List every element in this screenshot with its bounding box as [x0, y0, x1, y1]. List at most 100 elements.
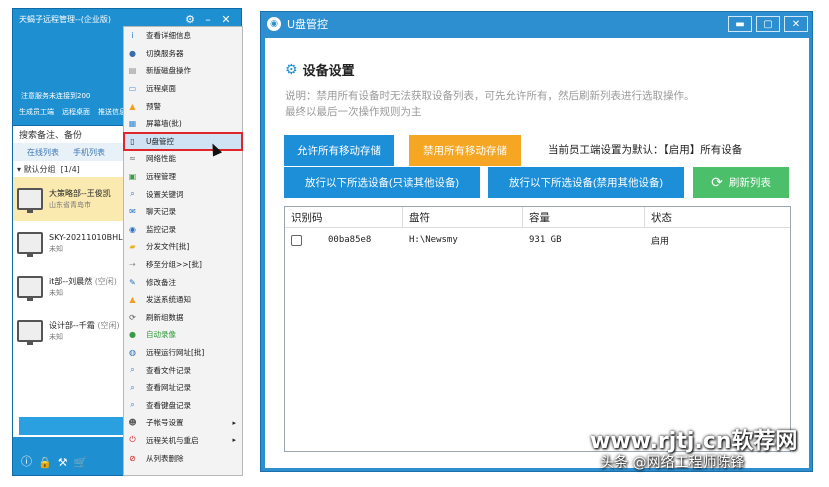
- client-input-bar[interactable]: [19, 417, 129, 435]
- screen-wall-icon: ▦: [128, 119, 137, 129]
- disable-all-storage-button[interactable]: 禁用所有移动存储: [409, 135, 521, 166]
- minimize-icon[interactable]: –: [199, 13, 217, 26]
- globe-icon: ◍: [129, 347, 136, 357]
- menu-item[interactable]: ◉ 监控记录: [124, 221, 242, 239]
- allow-selected-disable-button[interactable]: 放行以下所选设备(禁用其他设备): [488, 167, 684, 198]
- description-line: 最终以最后一次操作规则为主: [285, 106, 422, 118]
- column-header-capacity[interactable]: 容量: [523, 207, 645, 227]
- client-name: it部--刘晨然: [49, 277, 93, 286]
- menu-item[interactable]: ⊘ 从列表删除: [124, 449, 242, 467]
- client-status: 注意服务未连接到200: [21, 92, 91, 100]
- tool-remote-desktop[interactable]: 远程桌面: [62, 107, 90, 117]
- client-title: 天蝎子远程管理--(企业版): [19, 14, 112, 24]
- menu-item-label: 查看键盘记录: [146, 400, 191, 410]
- menu-item-label: 屏幕墙(批): [146, 119, 182, 129]
- warning-icon: ▲: [129, 101, 136, 111]
- column-header-id[interactable]: 识别码: [285, 207, 403, 227]
- refresh-list-button[interactable]: ⟳ 刷新列表: [693, 167, 789, 198]
- tab-online-list[interactable]: 在线列表: [27, 147, 59, 158]
- computer-icon: [17, 188, 43, 213]
- usb-icon: ▯: [130, 136, 135, 146]
- menu-item-label: 网络性能: [146, 154, 176, 164]
- menu-item[interactable]: ◍ 远程运行网址[批]: [124, 344, 242, 362]
- section-title-text: 设备设置: [302, 64, 355, 79]
- gear-icon[interactable]: ⚙: [181, 13, 199, 26]
- client-toolbar: 生成员工端 远程桌面 推送信息: [19, 107, 126, 117]
- dialog-title: U盘管控: [287, 18, 329, 31]
- client-name: SKY-20211010BHL: [49, 233, 123, 242]
- menu-item-label: 远程桌面: [146, 84, 176, 94]
- menu-item-label: 查看详细信息: [146, 31, 191, 41]
- close-button[interactable]: ✕: [784, 16, 808, 32]
- menu-item[interactable]: ▯ U盘管控: [123, 131, 243, 152]
- menu-item[interactable]: ▰ 分发文件[批]: [124, 238, 242, 256]
- menu-item[interactable]: ⟳ 刷新组数据: [124, 309, 242, 327]
- menu-item-label: 预警: [146, 101, 161, 111]
- dialog-body: ⚙ 设备设置 说明：禁用所有设备时无法获取设备列表，可先允许所有，然后刷新列表进…: [265, 38, 809, 468]
- info-circle-icon[interactable]: ⓘ: [21, 453, 32, 469]
- menu-item[interactable]: ⌕ 查看文件记录: [124, 361, 242, 379]
- computer-icon: [17, 320, 43, 345]
- menu-item-label: 远程管理: [146, 172, 176, 182]
- refresh-list-label: 刷新列表: [728, 177, 771, 189]
- menu-item[interactable]: ✎ 修改备注: [124, 273, 242, 291]
- menu-item[interactable]: ▦ 屏幕墙(批): [124, 115, 242, 133]
- client-location: 山东省青岛市: [49, 201, 91, 209]
- client-location: 未知: [49, 289, 63, 297]
- menu-item[interactable]: ⌕ 查看网址记录: [124, 379, 242, 397]
- menu-item[interactable]: ▤ 新版磁盘操作: [124, 62, 242, 80]
- row-checkbox[interactable]: [291, 234, 302, 246]
- menu-item[interactable]: ✉ 聊天记录: [124, 203, 242, 221]
- disk-icon: ▤: [128, 66, 137, 76]
- lock-icon[interactable]: 🔒: [38, 456, 52, 469]
- tool-generate-client[interactable]: 生成员工端: [19, 107, 54, 117]
- close-icon[interactable]: ✕: [217, 13, 235, 26]
- info-icon: i: [131, 31, 134, 41]
- tool-push-message[interactable]: 推送信息: [98, 107, 126, 117]
- menu-item[interactable]: ▭ 远程桌面: [124, 80, 242, 98]
- menu-item-label: 监控记录: [146, 224, 176, 234]
- minimize-button[interactable]: ▬: [728, 16, 752, 32]
- menu-item[interactable]: ⇢ 移至分组>>[批]: [124, 256, 242, 274]
- allow-all-storage-button[interactable]: 允许所有移动存储: [284, 135, 394, 166]
- current-setting-text: 当前员工端设置为默认：【启用】所有设备: [548, 144, 743, 156]
- menu-item[interactable]: ☻ 子帐号设置 ▸: [124, 414, 242, 432]
- wrench-icon[interactable]: ⚒: [58, 456, 68, 469]
- menu-item[interactable]: ▣ 远程管理: [124, 168, 242, 186]
- chevron-right-icon: ▸: [232, 436, 236, 445]
- menu-item[interactable]: i 查看详细信息: [124, 27, 242, 45]
- menu-item-label: 查看网址记录: [146, 383, 191, 393]
- notice-icon: ▲: [129, 295, 136, 305]
- tab-mobile-list[interactable]: 手机列表: [73, 147, 105, 158]
- menu-item[interactable]: ≈ 网络性能: [124, 150, 242, 168]
- menu-item-label: 从列表删除: [146, 453, 184, 463]
- allow-selected-readonly-button[interactable]: 放行以下所选设备(只读其他设备): [284, 167, 480, 198]
- menu-item[interactable]: ⌕ 查看键盘记录: [124, 396, 242, 414]
- delete-icon: ⊘: [129, 453, 136, 463]
- cart-icon[interactable]: 🛒: [74, 456, 88, 469]
- power-icon: ⏻: [129, 435, 136, 445]
- computer-icon: [17, 276, 43, 301]
- maximize-button[interactable]: ▢: [756, 16, 780, 32]
- menu-item[interactable]: ▲ 发送系统通知: [124, 291, 242, 309]
- context-menu: i 查看详细信息 ● 切换服务器 ▤ 新版磁盘操作 ▭ 远程桌面 ▲ 预警 ▦ 屏幕墙(批) ▯ U盘管控…: [123, 26, 243, 476]
- menu-item[interactable]: ● 切换服务器: [124, 45, 242, 63]
- folder-icon: ▰: [129, 242, 136, 252]
- dialog-titlebar: ◉ U盘管控 ▬ ▢ ✕: [261, 12, 812, 36]
- menu-item[interactable]: ⌕ 设置关键词: [124, 185, 242, 203]
- monitor-icon: ▭: [128, 84, 137, 94]
- table-row[interactable]: 00ba85e8 H:\Newsmy 931 GB 启用: [285, 228, 790, 252]
- column-header-drive[interactable]: 盘符: [403, 207, 523, 227]
- move-icon: ⇢: [129, 260, 136, 270]
- menu-item[interactable]: ⏻ 远程关机与重启 ▸: [124, 432, 242, 450]
- client-location: 未知: [49, 333, 63, 341]
- menu-item[interactable]: ▲ 预警: [124, 97, 242, 115]
- sub-account-icon: ☻: [128, 418, 137, 428]
- edit-icon: ✎: [129, 277, 136, 287]
- menu-item[interactable]: ● 自动录像: [124, 326, 242, 344]
- column-header-status[interactable]: 状态: [645, 207, 790, 227]
- app-logo-icon: ◉: [267, 17, 281, 31]
- menu-item-label: 移至分组>>[批]: [146, 260, 202, 270]
- client-tag: (空闲): [97, 321, 120, 330]
- menu-item-label: 设置关键词: [146, 189, 184, 199]
